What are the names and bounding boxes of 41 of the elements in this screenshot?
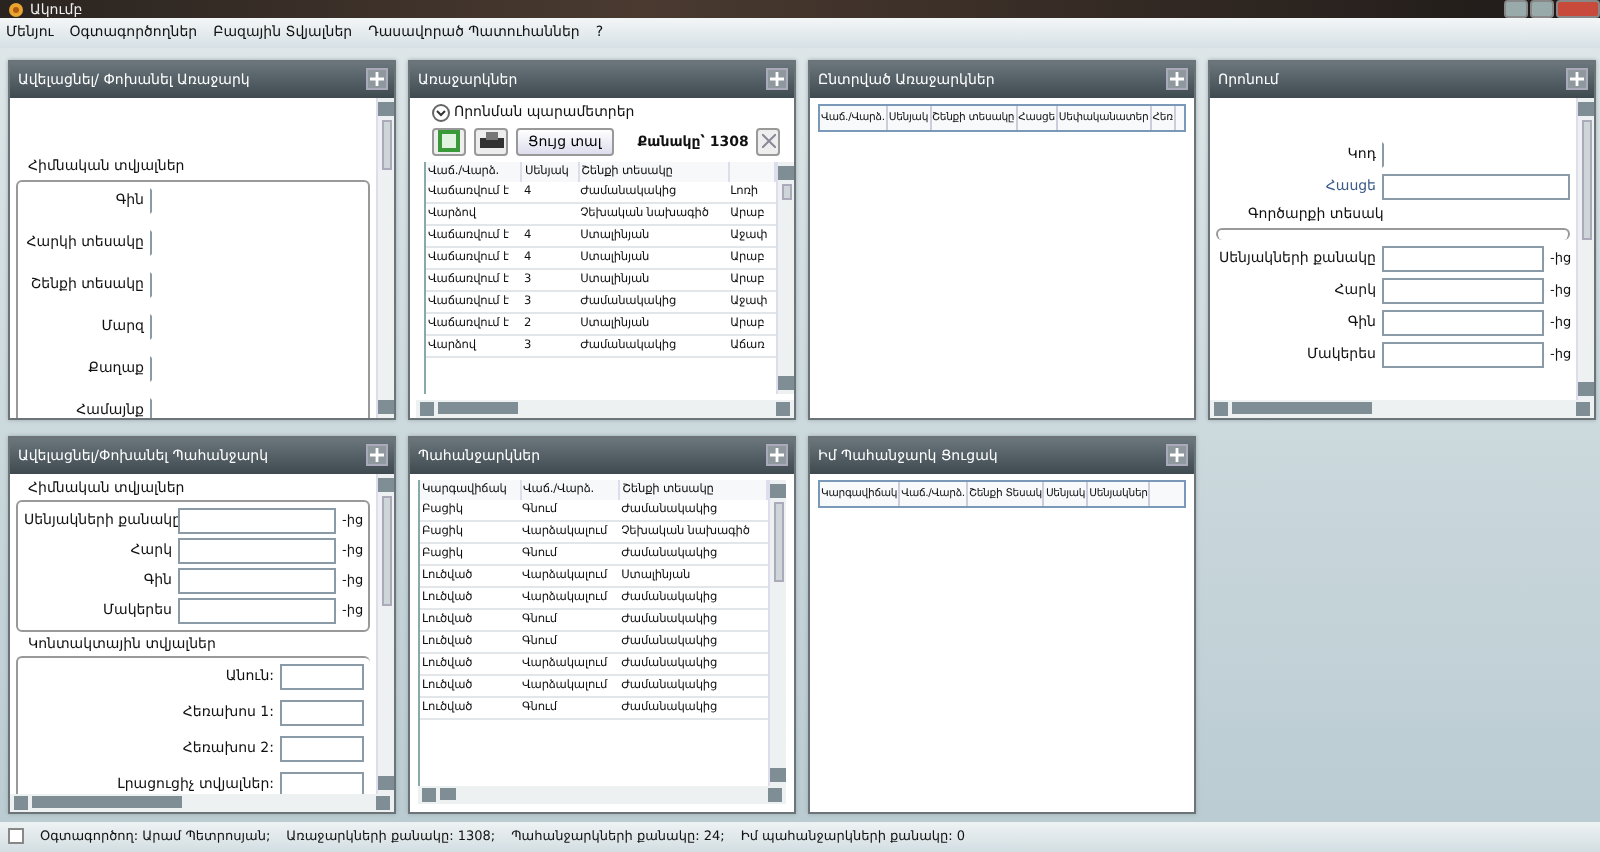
checkbox[interactable] (8, 828, 24, 845)
input-field[interactable] (1382, 173, 1570, 200)
add-button[interactable] (766, 444, 788, 467)
input-field[interactable] (280, 699, 364, 726)
clear-button[interactable] (756, 127, 781, 156)
add-button[interactable] (1166, 68, 1188, 91)
printer-icon (479, 131, 503, 152)
add-button[interactable] (766, 68, 788, 91)
input-field[interactable] (280, 663, 364, 690)
app-icon (8, 1, 24, 17)
input-field[interactable] (1382, 245, 1544, 272)
input-field[interactable] (178, 597, 336, 624)
input-field[interactable] (280, 771, 364, 794)
minimize-button[interactable] (1504, 0, 1528, 18)
vertical-scrollbar[interactable] (1576, 97, 1594, 400)
input-field[interactable] (150, 397, 362, 418)
vertical-scrollbar[interactable] (768, 479, 786, 786)
add-button[interactable] (366, 68, 388, 91)
input-field[interactable] (280, 735, 364, 762)
add-button[interactable] (366, 444, 388, 467)
input-field[interactable] (178, 567, 336, 594)
spreadsheet-icon (438, 130, 460, 153)
maximize-button[interactable] (1530, 0, 1554, 18)
close-icon (761, 134, 776, 149)
spreadsheet-button[interactable] (432, 127, 466, 156)
vertical-scrollbar[interactable] (776, 161, 794, 394)
vertical-scrollbar[interactable] (376, 97, 394, 418)
print-button[interactable] (474, 127, 508, 156)
input-field[interactable] (178, 537, 336, 564)
horizontal-scrollbar[interactable] (418, 785, 786, 804)
chevron-icon (432, 103, 450, 122)
horizontal-scrollbar[interactable] (416, 399, 794, 418)
input-field[interactable] (178, 507, 336, 534)
add-button[interactable] (1166, 444, 1188, 467)
horizontal-scrollbar[interactable] (10, 793, 394, 812)
vertical-scrollbar[interactable] (376, 473, 394, 794)
input-field[interactable] (1382, 277, 1544, 304)
horizontal-scrollbar[interactable] (1210, 399, 1594, 418)
input-field[interactable] (1382, 341, 1544, 368)
input-field[interactable] (1382, 309, 1544, 336)
add-button[interactable] (1566, 68, 1588, 91)
